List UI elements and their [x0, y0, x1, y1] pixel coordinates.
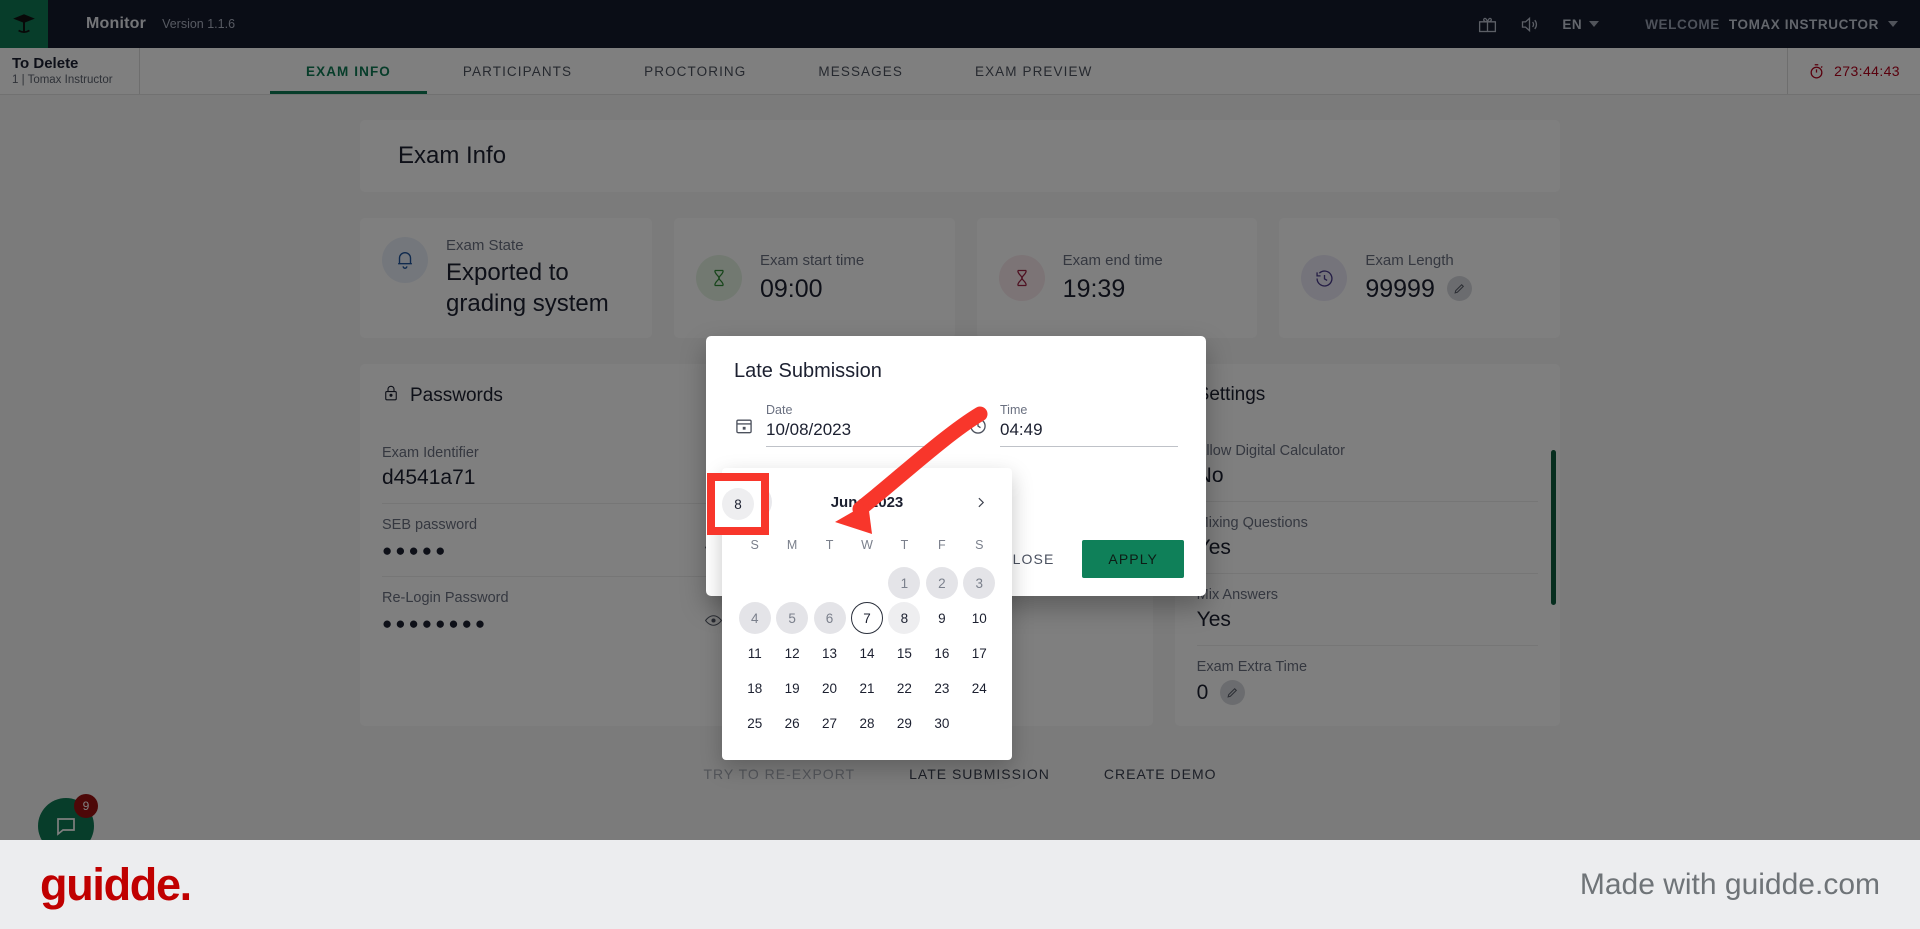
calendar-day[interactable]: 29 — [886, 706, 923, 740]
calendar-day[interactable]: 16 — [923, 636, 960, 670]
calendar-day[interactable]: 12 — [773, 636, 810, 670]
time-input[interactable]: 04:49 — [1000, 420, 1178, 447]
chevron-right-icon — [977, 497, 984, 507]
calendar-day[interactable]: 1 — [886, 566, 923, 600]
calendar-day[interactable]: 9 — [923, 601, 960, 635]
guidde-logo: guidde. — [40, 858, 192, 910]
highlighted-day[interactable]: 8 — [722, 488, 754, 520]
calendar-day[interactable]: 20 — [811, 671, 848, 705]
dow-label: T — [900, 538, 909, 552]
guidde-highlight-box: 8 — [707, 473, 769, 535]
calendar-day[interactable]: 17 — [961, 636, 998, 670]
calendar-day[interactable]: 22 — [886, 671, 923, 705]
guidde-made-with: Made with guidde.com — [1579, 867, 1880, 901]
calendar-day[interactable]: 8 — [886, 601, 923, 635]
calendar-day[interactable]: 3 — [961, 566, 998, 600]
calendar-day[interactable]: 26 — [773, 706, 810, 740]
calendar-day[interactable]: 6 — [811, 601, 848, 635]
calendar-day[interactable]: 4 — [736, 601, 773, 635]
calendar-day[interactable]: 18 — [736, 671, 773, 705]
time-field[interactable]: Time 04:49 — [968, 403, 1178, 447]
calendar-day[interactable]: 25 — [736, 706, 773, 740]
calendar-day[interactable]: 19 — [773, 671, 810, 705]
calendar-day[interactable]: 14 — [848, 636, 885, 670]
dow-label: W — [861, 538, 873, 552]
calendar-day[interactable]: 5 — [773, 601, 810, 635]
calendar-day[interactable]: 24 — [961, 671, 998, 705]
calendar-day[interactable]: 28 — [848, 706, 885, 740]
calendar-day[interactable]: 30 — [923, 706, 960, 740]
clock-icon[interactable] — [968, 416, 988, 447]
time-label: Time — [1000, 403, 1028, 417]
calendar-day[interactable]: 13 — [811, 636, 848, 670]
dialog-fields: Date 10/08/2023 Time 04:49 — [706, 383, 1206, 447]
calendar-day[interactable]: 7 — [848, 601, 885, 635]
date-field[interactable]: Date 10/08/2023 — [734, 403, 944, 447]
calendar-day[interactable]: 2 — [923, 566, 960, 600]
apply-button[interactable]: APPLY — [1082, 540, 1184, 578]
dow-label: T — [825, 538, 834, 552]
calendar-day-of-week-row: S M T W T F S — [736, 530, 998, 560]
guidde-footer: guidde. Made with guidde.com — [0, 840, 1920, 929]
dialog-title: Late Submission — [734, 360, 882, 382]
calendar-header: June 2023 — [736, 480, 998, 524]
dow-label: S — [975, 538, 984, 552]
calendar-month-title[interactable]: June 2023 — [772, 494, 962, 511]
calendar-day[interactable]: 15 — [886, 636, 923, 670]
date-label: Date — [766, 403, 793, 417]
calendar-day[interactable]: 23 — [923, 671, 960, 705]
calendar-days-grid: 1 2 3 4 5 6 7 8 9 10 11 12 13 14 15 16 17 18 19 20 21 22 23 24 2… — [736, 566, 998, 740]
dow-label: F — [938, 538, 946, 552]
calendar-day[interactable]: 10 — [961, 601, 998, 635]
dialog-actions: CLOSE APPLY — [987, 540, 1184, 578]
date-input[interactable]: 10/08/2023 — [766, 420, 944, 447]
calendar-day[interactable]: 21 — [848, 671, 885, 705]
next-month-button[interactable] — [962, 484, 998, 520]
dow-label: M — [786, 538, 798, 552]
calendar-icon[interactable] — [734, 416, 754, 447]
calendar-day[interactable]: 11 — [736, 636, 773, 670]
calendar-day[interactable]: 27 — [811, 706, 848, 740]
